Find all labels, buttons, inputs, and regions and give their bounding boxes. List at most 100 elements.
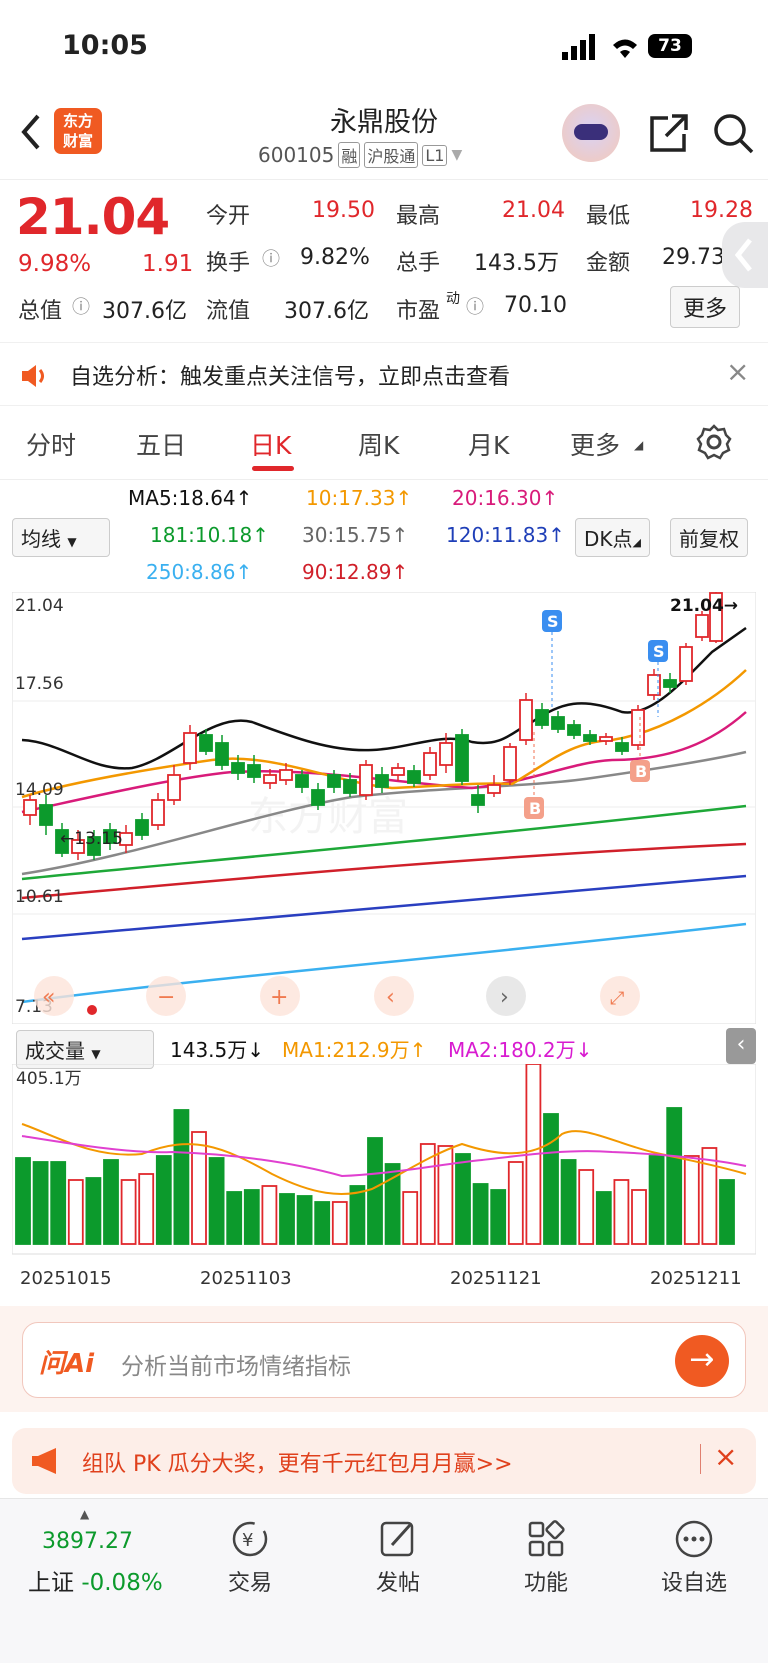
index-row[interactable]: 上证 -0.08%: [28, 1563, 163, 1597]
chart-controls: « − + ‹ › ⤢: [34, 976, 640, 1016]
search-icon[interactable]: [712, 112, 756, 156]
volume-bar: [578, 1169, 595, 1245]
total-cap-label: 总值: [18, 299, 63, 324]
index-name: 上证: [28, 1570, 74, 1596]
fq-button[interactable]: 前复权: [670, 518, 748, 557]
chevron-left-icon: [734, 238, 752, 272]
sell-signal-text: S: [653, 642, 665, 661]
volume-bar: [138, 1173, 155, 1245]
stock-code: 600105: [258, 143, 335, 167]
candle: [567, 724, 581, 736]
volume-bar: [15, 1157, 31, 1245]
period-tabs: 分时 五日 日K 周K 月K 更多 ◢: [0, 408, 768, 480]
candle: [279, 769, 293, 781]
float-cap-value: 307.6亿: [284, 299, 369, 324]
buy-signal-text: B: [529, 799, 541, 818]
y-label-3: 14.09: [15, 780, 64, 800]
candle: [583, 734, 597, 742]
info-icon[interactable]: ⓘ: [466, 293, 484, 319]
tab-more[interactable]: 更多: [570, 426, 620, 462]
ma120-label: 120:11.83↑: [446, 523, 565, 547]
candle: [375, 774, 389, 788]
tab-wuri[interactable]: 五日: [136, 426, 186, 462]
chevron-down-icon[interactable]: ▼: [451, 147, 462, 163]
volume-bar: [208, 1157, 225, 1245]
tab-yuek[interactable]: 月K: [468, 426, 509, 462]
status-time: 10:05: [62, 30, 148, 61]
volume-ma1: MA1:212.9万↑: [282, 1038, 427, 1062]
candlestick-chart[interactable]: 东方财富 21.04 17.56 14.09 10.61 7.13 21.04→…: [12, 592, 756, 1024]
triangle-icon: ◢: [634, 438, 644, 452]
caret-up-icon: ▲: [80, 1507, 90, 1521]
volume-bar: [367, 1137, 383, 1245]
assistant-avatar-icon[interactable]: [562, 104, 620, 162]
ma-select[interactable]: 均线 ▼: [12, 518, 110, 557]
volume-bar: [719, 1179, 735, 1245]
triangle-down-icon: ▼: [91, 1047, 101, 1061]
candle: [215, 742, 229, 766]
dk-button[interactable]: DK点◢: [575, 518, 650, 557]
volume-bar: [402, 1191, 419, 1245]
expand-icon: ⤢: [610, 988, 625, 1009]
volume-bar: [613, 1179, 630, 1245]
volume-bar: [490, 1189, 507, 1245]
candle: [551, 716, 565, 730]
nav-trade[interactable]: ¥ 交易: [190, 1519, 310, 1597]
open-value: 19.50: [312, 198, 375, 223]
candle: [439, 742, 453, 766]
candle: [695, 614, 709, 638]
tab-rik[interactable]: 日K: [250, 426, 291, 462]
tab-indicator: [252, 466, 294, 471]
tag-rong: 融: [338, 142, 361, 168]
promo-text: 组队 PK 瓜分大奖，更有千元红包月月赢>>: [82, 1452, 513, 1477]
candle: [231, 762, 245, 774]
edit-icon: [380, 1521, 414, 1557]
arrow-right-icon[interactable]: →: [675, 1335, 729, 1387]
date-label-4: 20251211: [650, 1268, 742, 1289]
info-icon[interactable]: ⓘ: [262, 245, 280, 271]
promo-banner[interactable]: 组队 PK 瓜分大奖，更有千元红包月月赢>> ×: [12, 1428, 756, 1494]
nav-add-watchlist-label: 设自选: [660, 1571, 727, 1596]
low-label: 最低: [586, 204, 631, 229]
ai-logo: 问Ai: [39, 1349, 95, 1379]
info-icon[interactable]: ⓘ: [72, 293, 90, 319]
candle: [535, 709, 549, 726]
last-price-marker: 21.04→: [670, 596, 738, 616]
volume-label: 总手: [396, 251, 441, 276]
volume-bar: [32, 1161, 49, 1245]
more-button[interactable]: 更多: [670, 286, 741, 328]
candle: [359, 764, 373, 796]
candle: [343, 779, 357, 794]
ai-input[interactable]: 问Ai 分析当前市场情绪指标 →: [22, 1322, 746, 1398]
index-value[interactable]: 3897.27: [42, 1529, 133, 1554]
signal-banner[interactable]: 自选分析：触发重点关注信号，立即点击查看 ×: [0, 342, 768, 406]
high-label: 最高: [396, 204, 441, 229]
bottom-nav: ▲ 3897.27 上证 -0.08% ¥ 交易 发帖 功能 设自选: [0, 1498, 768, 1663]
tag-l1: L1: [422, 144, 448, 166]
tab-fenshi[interactable]: 分时: [26, 426, 76, 462]
nav-add-watchlist[interactable]: 设自选: [634, 1519, 754, 1597]
candle: [135, 819, 149, 836]
amount-value: 29.73: [662, 245, 725, 270]
nav-post[interactable]: 发帖: [338, 1519, 458, 1597]
ma120-line: [21, 874, 747, 941]
tab-zhouk[interactable]: 周K: [358, 426, 399, 462]
volume-max-label: 405.1万: [16, 1069, 82, 1089]
plus-icon: +: [270, 985, 288, 1010]
collapse-handle[interactable]: [722, 222, 768, 288]
volume-bar: [279, 1193, 295, 1245]
wifi-icon: [613, 39, 637, 58]
candle: [311, 789, 325, 806]
tag-hgt: 沪股通: [364, 142, 419, 168]
close-icon[interactable]: ×: [714, 1440, 737, 1473]
settings-icon[interactable]: [696, 424, 732, 460]
candle: [487, 784, 501, 794]
sell-signal-text: S: [547, 612, 559, 631]
more-dots-icon: [675, 1520, 713, 1558]
candle: [295, 774, 309, 788]
rewind-icon: «: [42, 985, 55, 1010]
close-icon[interactable]: ×: [726, 355, 749, 388]
share-icon[interactable]: [648, 112, 690, 154]
nav-function[interactable]: 功能: [486, 1519, 606, 1597]
chevron-left-icon[interactable]: ‹: [726, 1028, 756, 1064]
